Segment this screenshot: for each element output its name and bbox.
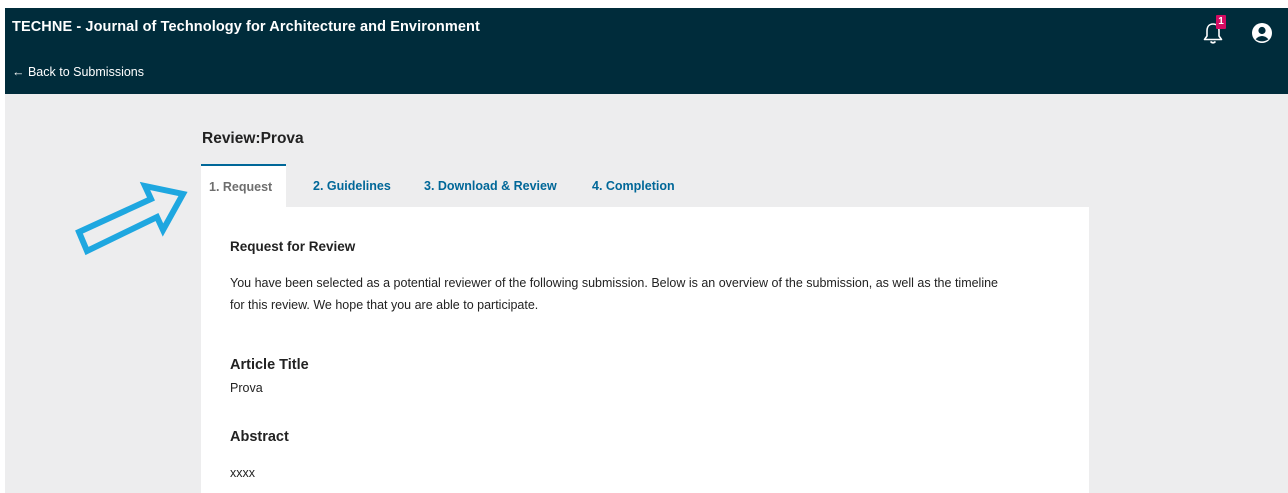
app-frame: TECHNE - Journal of Technology for Archi… (5, 8, 1288, 493)
site-header: TECHNE - Journal of Technology for Archi… (5, 8, 1288, 94)
back-to-submissions-link[interactable]: ← Back to Submissions (12, 65, 144, 79)
abstract-label: Abstract (230, 429, 289, 445)
request-panel: Request for Review You have been selecte… (201, 207, 1089, 493)
tab-download-review[interactable]: 3. Download & Review (424, 164, 557, 208)
journal-title-link[interactable]: TECHNE - Journal of Technology for Archi… (12, 19, 480, 35)
request-intro-text: You have been selected as a potential re… (230, 272, 1060, 316)
article-title-label: Article Title (230, 357, 309, 373)
tab-completion[interactable]: 4. Completion (592, 164, 675, 208)
section-heading: Request for Review (230, 239, 356, 254)
notification-badge: 1 (1216, 15, 1226, 29)
abstract-value: xxxx (230, 466, 255, 480)
tab-request[interactable]: 1. Request (201, 164, 287, 208)
article-title-value: Prova (230, 381, 263, 395)
annotation-arrow-icon (75, 181, 188, 256)
intro-line-2: for this review. We hope that you are ab… (230, 298, 539, 312)
tab-guidelines[interactable]: 2. Guidelines (313, 164, 391, 208)
page-title: Review:Prova (202, 130, 304, 147)
intro-line-1: You have been selected as a potential re… (230, 276, 999, 290)
user-circle-icon[interactable] (1251, 22, 1273, 44)
